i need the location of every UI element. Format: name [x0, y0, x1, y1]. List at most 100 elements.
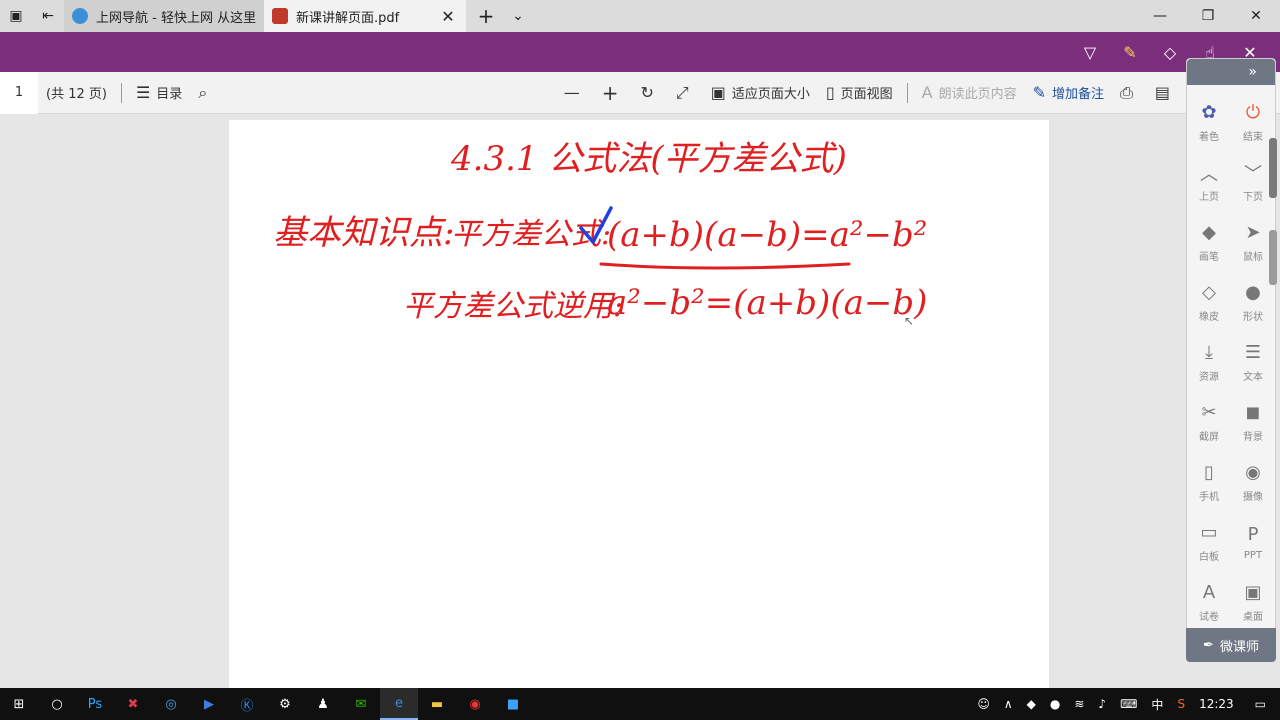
close-window-icon[interactable]: ✕	[1232, 0, 1280, 32]
highlighter-icon[interactable]: ✎	[1110, 32, 1150, 72]
side-button-layers[interactable]: ◼ 背景	[1231, 393, 1275, 449]
side-button-label: 形状	[1243, 311, 1263, 323]
quiz-icon: A	[1202, 582, 1216, 603]
rotate-button[interactable]: ↻	[632, 72, 667, 114]
phone-icon: ▯	[1204, 462, 1214, 483]
tab-list-button[interactable]: ⌄	[502, 0, 534, 32]
scissors-icon: ✂	[1201, 402, 1217, 423]
document-icon: ☰	[1244, 342, 1262, 363]
side-button-camera[interactable]: ◉ 摄像	[1231, 453, 1275, 509]
photoshop-icon[interactable]: Ps	[76, 688, 114, 720]
scroll-indicator[interactable]	[1269, 230, 1277, 285]
volume-icon[interactable]: ♪	[1091, 697, 1113, 711]
contents-label: 目录	[156, 87, 183, 102]
side-button-chevron-up[interactable]: ︿ 上页	[1187, 153, 1231, 209]
side-button-pen[interactable]: ◆ 画笔	[1187, 213, 1231, 269]
minimize-icon[interactable]: —	[1136, 0, 1184, 32]
sogou-ime-icon[interactable]: S	[1170, 697, 1192, 711]
side-button-download[interactable]: ⤓ 资源	[1187, 333, 1231, 389]
side-panel-grid: ✿ 着色 ⏻ 结束 ︿ 上页 ﹀ 下页 ◆ 画笔 ➤ 鼠标 ◇ 橡皮 ● 形状 ⤓ 资源 ☰ 文本 ✂ 截屏 ◼ 背景 ▯ 手机 ◉…	[1187, 85, 1275, 629]
ink-toolbar: ▽ ✎ ◇ ☝ ✕	[0, 32, 1280, 72]
zoom-out-button[interactable]: —	[556, 72, 594, 114]
find-button[interactable]: ⌕	[190, 72, 221, 114]
xmind-icon[interactable]: ✖	[114, 688, 152, 720]
restore-icon[interactable]: ❐	[1184, 0, 1232, 32]
side-button-label: 资源	[1199, 371, 1219, 383]
minus-icon: —	[563, 83, 580, 102]
tray-app2-icon[interactable]: ●	[1043, 697, 1067, 711]
pdf-toolbar: 1 (共 12 页) ☰ 目录 ⌕ — + ↻ ⤢ ▣ 适应页面大小 ▯ 页面视…	[0, 71, 1280, 114]
add-notes-button[interactable]: ✎ 增加备注	[1025, 72, 1112, 114]
people-icon[interactable]: ☺	[970, 697, 997, 711]
side-button-scissors[interactable]: ✂ 截屏	[1187, 393, 1231, 449]
chevron-up-icon: ︿	[1200, 163, 1218, 185]
back-tabs-icon[interactable]: ⇤	[32, 0, 64, 32]
wifi-icon[interactable]: ≋	[1067, 697, 1091, 711]
page-number-input[interactable]: 1	[0, 71, 38, 114]
side-button-document[interactable]: ☰ 文本	[1231, 333, 1275, 389]
k-app-icon[interactable]: Ⓚ	[228, 688, 266, 720]
scroll-indicator[interactable]	[1269, 138, 1277, 198]
pdf-favicon-icon	[272, 8, 288, 24]
tray-app-icon[interactable]: ◆	[1020, 697, 1043, 711]
tab-close-icon[interactable]: ✕	[438, 7, 458, 26]
qq-icon[interactable]: ♟	[304, 688, 342, 720]
teaching-side-panel: » ✿ 着色 ⏻ 结束 ︿ 上页 ﹀ 下页 ◆ 画笔 ➤ 鼠标 ◇ 橡皮 ● 形状 ⤓ 资源 ☰ 文本 ✂ 截屏 ◼ 背景 ▯ 手…	[1186, 58, 1276, 662]
file-explorer-icon[interactable]: ▬	[418, 688, 456, 720]
eraser-icon[interactable]: ◇	[1150, 32, 1190, 72]
notification-icon[interactable]: ▭	[1241, 697, 1280, 711]
handwritten-formula-2: a²−b²=(a+b)(a−b)	[607, 283, 927, 323]
contents-button[interactable]: ☰ 目录	[128, 72, 190, 114]
side-button-label: 摄像	[1243, 491, 1263, 503]
windows-icon[interactable]: ⊞	[0, 688, 38, 720]
chevron-down-icon: ﹀	[1244, 163, 1262, 185]
clock[interactable]: 12:23	[1192, 697, 1241, 711]
mouse-cursor-icon: ↖	[904, 314, 915, 328]
side-button-palette[interactable]: ✿ 着色	[1187, 93, 1231, 149]
media-player-icon[interactable]: ▶	[190, 688, 228, 720]
fit-page-button[interactable]: ▣ 适应页面大小	[703, 72, 818, 114]
print-button[interactable]: ⎙	[1112, 72, 1147, 114]
side-button-ppt[interactable]: P PPT	[1231, 513, 1275, 569]
new-tab-button[interactable]: +	[470, 0, 502, 32]
rotate-icon: ↻	[640, 83, 654, 102]
tab-navigation[interactable]: 上网导航 - 轻快上网 从这里	[64, 0, 264, 32]
zoom-in-button[interactable]: +	[594, 72, 633, 114]
ballpoint-pen-icon[interactable]: ▽	[1070, 32, 1110, 72]
ime-indicator[interactable]: 中	[1144, 696, 1170, 713]
wechat-icon[interactable]: ✉	[342, 688, 380, 720]
search-icon[interactable]: ○	[38, 688, 76, 720]
whiteboard-icon: ▭	[1200, 522, 1218, 543]
fullscreen-button[interactable]: ⤢	[668, 72, 703, 114]
side-button-eraser[interactable]: ◇ 橡皮	[1187, 273, 1231, 329]
tab-pdf[interactable]: 新课讲解页面.pdf ✕	[264, 0, 466, 32]
network-icon[interactable]: ⚙	[266, 688, 304, 720]
side-button-desktop[interactable]: ▣ 桌面	[1231, 573, 1275, 629]
system-tray: ☺ ∧ ◆ ● ≋ ♪ ⌨ 中 S 12:23 ▭	[970, 688, 1280, 720]
side-button-quiz[interactable]: A 试卷	[1187, 573, 1231, 629]
teach-app-icon[interactable]: ■	[494, 688, 532, 720]
music-icon[interactable]: ◉	[456, 688, 494, 720]
side-button-whiteboard[interactable]: ▭ 白板	[1187, 513, 1231, 569]
browser-icon[interactable]: ◎	[152, 688, 190, 720]
read-aloud-label: 朗读此页内容	[938, 87, 1017, 102]
collapse-panel-button[interactable]: »	[1187, 59, 1275, 85]
keyboard-icon[interactable]: ⌨	[1113, 697, 1144, 711]
panel-footer[interactable]: ✒ 微课师	[1186, 628, 1276, 662]
formula-underline	[599, 262, 851, 270]
tray-expand-icon[interactable]: ∧	[997, 697, 1020, 711]
side-button-phone[interactable]: ▯ 手机	[1187, 453, 1231, 509]
list-icon: ☰	[135, 83, 151, 102]
side-button-label: 桌面	[1243, 611, 1263, 623]
pen-logo-icon: ✒	[1203, 637, 1214, 653]
camera-icon: ◉	[1245, 462, 1261, 483]
save-button[interactable]: ▤	[1147, 72, 1184, 114]
expand-icon: ⤢	[675, 82, 689, 102]
read-aloud-button[interactable]: A 朗读此页内容	[914, 72, 1025, 114]
tab-actions-icon[interactable]: ▣	[0, 0, 32, 32]
ppt-icon: P	[1247, 524, 1259, 545]
page-view-button[interactable]: ▯ 页面视图	[818, 72, 901, 114]
edge-icon[interactable]: e	[380, 688, 418, 720]
pdf-viewer[interactable]: 4.3.1 公式法(平方差公式) 基本知识点: 平方差公式: (a+b)(a−b…	[0, 114, 1280, 694]
fit-page-label: 适应页面大小	[731, 87, 810, 102]
